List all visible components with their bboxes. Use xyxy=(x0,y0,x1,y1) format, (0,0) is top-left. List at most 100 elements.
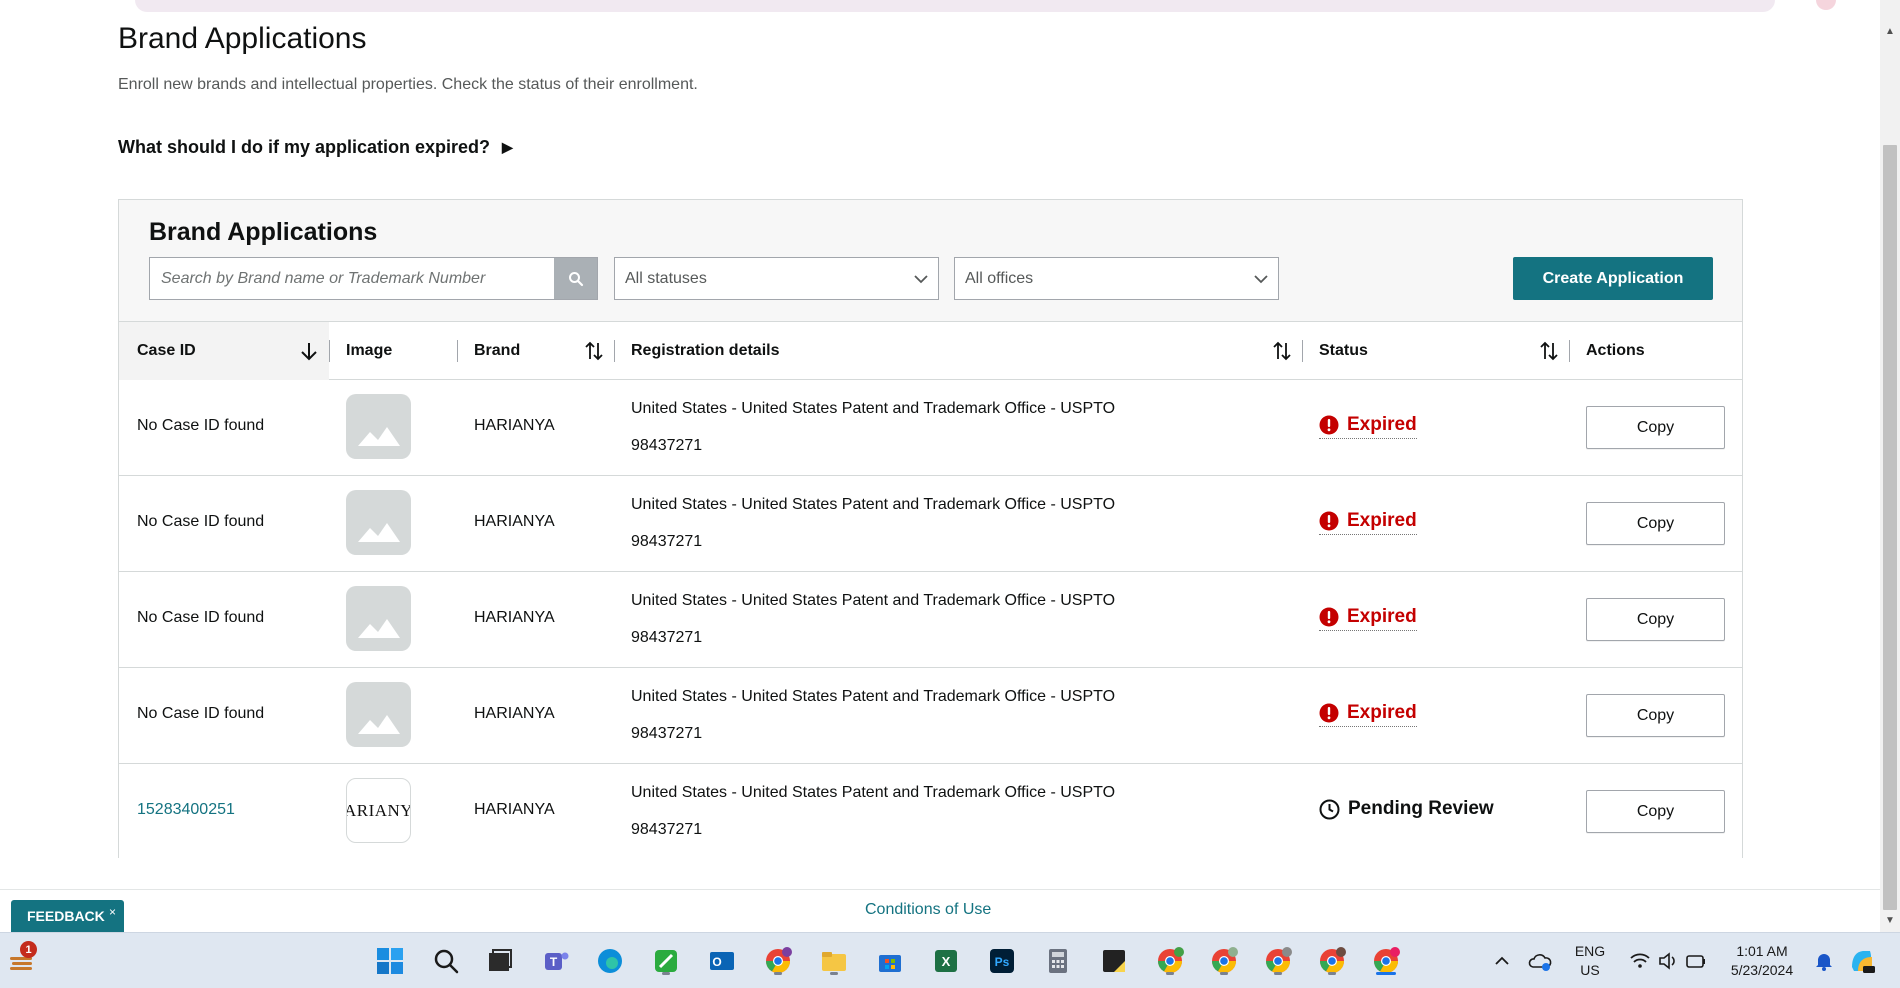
folder-icon xyxy=(822,952,846,971)
copy-button[interactable]: Copy xyxy=(1586,694,1725,737)
battery-icon xyxy=(1686,955,1705,968)
copy-button[interactable]: Copy xyxy=(1586,502,1725,545)
arrow-down-icon[interactable] xyxy=(299,339,319,363)
pen-app-icon[interactable] xyxy=(650,945,682,977)
onedrive-icon[interactable] xyxy=(1524,945,1556,977)
copy-button[interactable]: Copy xyxy=(1586,406,1725,449)
office-filter-select[interactable]: All offices xyxy=(954,257,1279,300)
status-badge[interactable]: Expired xyxy=(1319,702,1417,727)
sticky-notes-icon xyxy=(1103,950,1125,972)
battery-icon[interactable] xyxy=(1680,945,1712,977)
chrome-profile-icon[interactable] xyxy=(1208,945,1240,977)
header-actions-label: Actions xyxy=(1586,342,1645,359)
scroll-thumb[interactable] xyxy=(1883,145,1897,910)
pen-app-icon xyxy=(655,950,677,972)
search-input[interactable] xyxy=(150,258,554,299)
vertical-scrollbar[interactable]: ▲ ▼ xyxy=(1880,0,1900,932)
teams-icon[interactable]: T xyxy=(540,945,572,977)
chrome-profile-icon[interactable] xyxy=(1262,945,1294,977)
search-icon xyxy=(434,949,459,974)
brand-cell: HARIANYA xyxy=(474,513,555,530)
status-badge[interactable]: Expired xyxy=(1319,510,1417,535)
outlook-icon[interactable]: O xyxy=(706,945,738,977)
sort-arrows-icon[interactable] xyxy=(584,339,604,363)
header-divider xyxy=(1302,340,1303,362)
chrome-profile-icon[interactable] xyxy=(1154,945,1186,977)
excel-icon[interactable]: X xyxy=(930,945,962,977)
excel-icon: X xyxy=(935,950,957,972)
chrome-icon xyxy=(1266,947,1292,974)
copilot-icon[interactable] xyxy=(1846,945,1878,977)
alert-icon xyxy=(1319,703,1339,723)
svg-text:X: X xyxy=(942,954,951,969)
edge-icon xyxy=(598,949,622,973)
store-icon[interactable] xyxy=(874,945,906,977)
chevron-down-icon xyxy=(1254,274,1268,283)
header-brand[interactable]: Brand xyxy=(474,322,520,380)
chrome-profile-icon-active[interactable] xyxy=(1370,945,1402,977)
alert-icon xyxy=(1319,415,1339,435)
status-badge[interactable]: Expired xyxy=(1319,414,1417,439)
volume-icon xyxy=(1659,952,1675,970)
feedback-button[interactable]: FEEDBACK xyxy=(11,900,124,932)
faq-expander[interactable]: What should I do if my application expir… xyxy=(118,137,513,158)
feedback-close-icon[interactable]: × xyxy=(109,905,116,919)
notifications-icon[interactable] xyxy=(1808,945,1840,977)
chevron-up-icon xyxy=(1495,956,1509,965)
task-view-icon[interactable] xyxy=(484,945,516,977)
search-icon xyxy=(568,271,583,286)
table-row: No Case ID found HARIANYA United States … xyxy=(119,668,1742,764)
brand-logo-image: ARIANY xyxy=(346,778,411,843)
search-button[interactable] xyxy=(554,258,597,299)
case-id-cell: No Case ID found xyxy=(137,417,265,434)
applications-table: Case ID Image Brand Registration details xyxy=(119,321,1742,860)
teams-icon: T xyxy=(545,952,569,970)
sort-arrows-icon[interactable] xyxy=(1272,339,1292,363)
copy-button[interactable]: Copy xyxy=(1586,790,1725,833)
running-indicator xyxy=(1166,972,1174,975)
status-badge: Pending Review xyxy=(1319,798,1494,820)
calculator-icon[interactable] xyxy=(1042,945,1074,977)
chrome-icon xyxy=(766,947,792,974)
edge-icon[interactable] xyxy=(594,945,626,977)
status-badge[interactable]: Expired xyxy=(1319,606,1417,631)
sort-arrows-icon[interactable] xyxy=(1539,339,1559,363)
brand-cell: HARIANYA xyxy=(474,801,555,818)
search-icon[interactable] xyxy=(430,945,462,977)
running-indicator xyxy=(774,972,782,975)
header-status[interactable]: Status xyxy=(1319,322,1368,380)
status-filter-select[interactable]: All statuses xyxy=(614,257,939,300)
status-filter-value: All statuses xyxy=(625,269,707,287)
file-explorer-icon[interactable] xyxy=(818,945,850,977)
create-application-button[interactable]: Create Application xyxy=(1513,257,1713,300)
chrome-icon xyxy=(1158,947,1184,974)
start-windows-icon[interactable] xyxy=(374,945,406,977)
chevron-down-icon xyxy=(914,274,928,283)
chrome-profile-icon[interactable] xyxy=(1316,945,1348,977)
table-row: No Case ID found HARIANYA United States … xyxy=(119,572,1742,668)
scroll-down-icon[interactable]: ▼ xyxy=(1885,915,1895,926)
photoshop-icon[interactable]: Ps xyxy=(986,945,1018,977)
registration-number: 98437271 xyxy=(631,629,703,646)
show-hidden-icons[interactable] xyxy=(1486,945,1518,977)
table-header: Case ID Image Brand Registration details xyxy=(119,322,1742,380)
brand-image-placeholder xyxy=(346,490,411,555)
header-case-id[interactable]: Case ID xyxy=(119,322,329,380)
language-indicator[interactable]: ENG US xyxy=(1568,942,1612,980)
copy-button[interactable]: Copy xyxy=(1586,598,1725,641)
header-registration[interactable]: Registration details xyxy=(631,322,779,380)
faq-question: What should I do if my application expir… xyxy=(118,137,491,157)
chrome-profile-icon[interactable] xyxy=(762,945,794,977)
bell-icon xyxy=(1816,954,1832,971)
header-brand-label: Brand xyxy=(474,342,521,359)
case-id-link[interactable]: 15283400251 xyxy=(137,801,235,819)
table-row: 15283400251 ARIANY HARIANYA United State… xyxy=(119,764,1742,860)
status-text: Expired xyxy=(1347,414,1417,435)
clock[interactable]: 1:01 AM 5/23/2024 xyxy=(1722,942,1802,980)
brand-logo-text: ARIANY xyxy=(346,800,411,820)
conditions-of-use-link[interactable]: Conditions of Use xyxy=(865,901,991,919)
running-indicator xyxy=(1328,972,1336,975)
sticky-notes-icon[interactable] xyxy=(1098,945,1130,977)
image-placeholder-icon xyxy=(358,523,400,542)
scroll-up-icon[interactable]: ▲ xyxy=(1885,26,1895,37)
